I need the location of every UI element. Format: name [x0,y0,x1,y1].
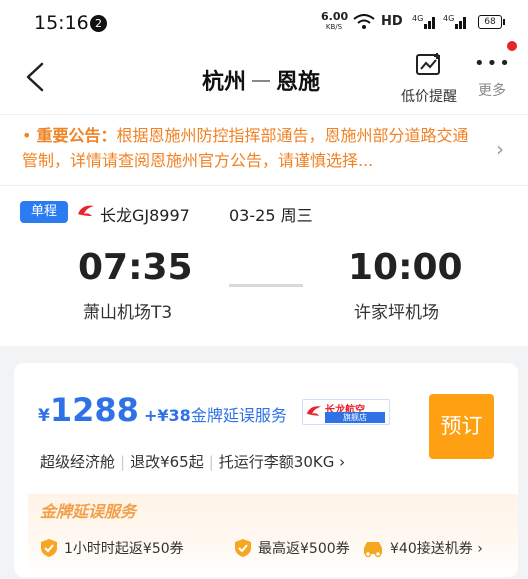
network-speed-value: 6.00 [321,10,349,23]
addon-price: +¥38 [144,406,191,425]
chevron-right-icon: › [339,453,346,471]
departure-airport: 萧山机场T3 [83,303,173,323]
price-chart-icon [416,53,440,75]
airline-store-badge: 长龙航空 旗舰店 [302,399,390,425]
shield-icon [235,539,251,557]
hd-indicator: HD [381,14,403,29]
benefit-item: 最高返¥500券 [234,538,350,559]
status-bar: 15:16 2 6.00 KB/S HD 4G 4G 68 [0,0,528,46]
notice-text: • 重要公告：根据恩施州防控指挥部通告，恩施州部分道路交通管制，详情请查阅恩施州… [22,126,469,170]
arrival-airport: 许家坪机场 [354,303,439,323]
chevron-right-icon: › [496,137,504,161]
baggage-allowance: 托运行李额30KG [218,453,335,471]
signal-icon: 4G [443,14,469,33]
price-alert-label: 低价提醒 [401,89,457,105]
network-speed: 6.00 KB/S [321,10,349,32]
car-icon [364,542,382,558]
airline-logo-icon [78,205,94,216]
notification-dot [507,41,517,51]
fare-card[interactable]: ¥1288 +¥38金牌延误服务 长龙航空 旗舰店 预订 超级经济舱 | 退改¥65… [14,363,518,577]
benefit-item: 1小时时起返¥50券 [40,538,184,559]
flight-number: 长龙GJ8997 [100,206,190,225]
more-dots-icon: ••• [474,53,512,74]
back-arrow-icon[interactable] [22,60,52,94]
cabin-class: 超级经济舱 [40,453,116,471]
price-currency: ¥ [38,406,50,426]
divider: | [120,453,126,471]
notification-count-badge: 2 [90,15,107,32]
fare-details[interactable]: 超级经济舱 | 退改¥65起 | 托运行李额30KG › [40,451,345,472]
addon-name: 金牌延误服务 [190,406,287,425]
signal-2-label: 4G [443,14,455,23]
route-title: 杭州 恩施 [202,64,320,96]
trip-type-badge: 单程 [20,201,68,223]
benefit-item: ¥40接送机券 › [362,538,483,558]
airline-logo-icon [306,406,322,416]
status-time: 15:16 [34,12,89,34]
chevron-right-icon: › [477,541,483,557]
origin-city: 杭州 [202,70,247,95]
notice-title: 重要公告： [36,126,117,145]
arrival-time: 10:00 [348,247,463,288]
delay-service-panel: 金牌延误服务 1小时时起返¥50券 最高返¥500券 ¥40接送机券 › [28,494,518,577]
network-speed-unit: KB/S [325,23,343,31]
flight-date: 03-25 周三 [229,206,313,225]
price: ¥1288 [38,391,139,429]
more-label: 更多 [478,83,506,99]
book-button[interactable]: 预订 [429,394,494,459]
flight-path-line [229,284,303,287]
price-alert-button[interactable]: 低价提醒 [398,52,460,106]
service-title: 金牌延误服务 [40,502,137,521]
more-button[interactable]: ••• 更多 [474,52,510,100]
route-arrow-icon [252,80,271,82]
shield-icon [41,539,57,557]
signal-1-label: 4G [412,14,424,23]
destination-city: 恩施 [276,70,321,95]
delay-service-addon: +¥38金牌延误服务 [144,402,287,426]
battery-icon: 68 [478,15,505,29]
refund-policy: 退改¥65起 [130,453,204,471]
benefit-text: ¥40接送机券 [390,541,473,557]
benefit-text: 1小时时起返¥50券 [64,541,184,557]
divider: | [208,453,214,471]
wifi-icon [353,14,375,29]
benefit-text: 最高返¥500券 [258,541,350,557]
departure-time: 07:35 [78,247,193,288]
price-value: 1288 [49,391,139,429]
notice-banner[interactable]: • 重要公告：根据恩施州防控指挥部通告，恩施州部分道路交通管制，详情请查阅恩施州… [0,114,528,186]
signal-icon: 4G [412,14,438,33]
airline-badge-sub: 旗舰店 [325,412,385,423]
